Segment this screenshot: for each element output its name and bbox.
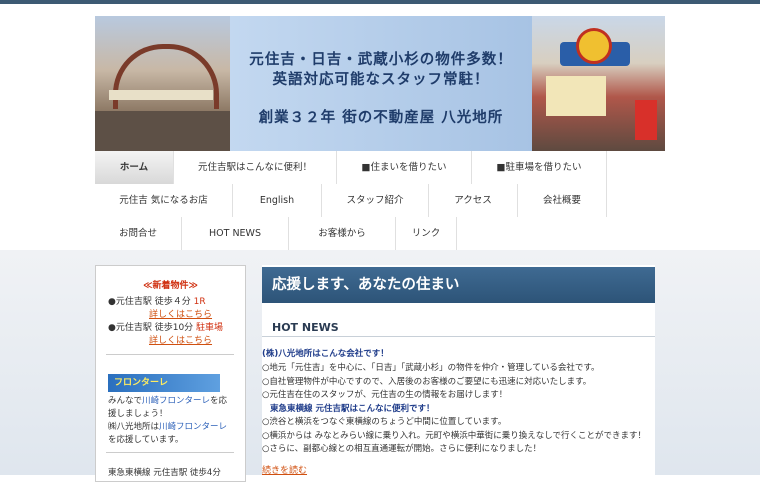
company-line-3: ○元住吉在住のスタッフが、元住吉の生の情報をお届けします！ bbox=[262, 390, 508, 400]
company-line-2: ○自社管理物件が中心ですので、入居後のお客様のご要望にも迅速に対応いたします。 bbox=[262, 377, 592, 387]
header-line-3: 創業３２年 街の不動産屋 八光地所 bbox=[258, 110, 504, 126]
shopping-street-photo-left bbox=[95, 16, 230, 151]
nav-contact[interactable]: お問合せ bbox=[95, 217, 182, 250]
nav-customers[interactable]: お客様から bbox=[289, 217, 396, 250]
section-divider bbox=[262, 336, 655, 337]
station-line-2: ○横浜からは みなとみらい線に乗り入れ。元町や横浜中華街に乗り換えなしで行くこと… bbox=[262, 431, 646, 441]
listing-1-text: ●元住吉駅 徒歩４分 bbox=[108, 297, 191, 307]
top-bar bbox=[0, 0, 760, 4]
shopping-street-photo-right bbox=[532, 16, 665, 151]
header-line-1: 元住吉・日吉・武蔵小杉の物件多数！ bbox=[249, 52, 513, 68]
frontale-banner[interactable]: フロンターレ bbox=[108, 374, 220, 392]
nav-staff[interactable]: スタッフ紹介 bbox=[322, 184, 429, 217]
support-1a: みんなで bbox=[108, 396, 143, 406]
listing-2-tag: 駐車場 bbox=[196, 323, 224, 333]
listing-2: ●元住吉駅 徒歩10分 駐車場 bbox=[108, 320, 223, 333]
company-lead: (株)八光地所はこんな会社です！ bbox=[262, 349, 389, 359]
header-banner: 元住吉・日吉・武蔵小杉の物件多数！ 英語対応可能なスタッフ常駐！ 創業３２年 街… bbox=[95, 16, 665, 151]
station-line-3: ○さらに、副都心線との相互直通運転が開始。さらに便利になりました！ bbox=[262, 444, 542, 454]
station-line-1: ○渋谷と横浜をつなぐ東横線のちょうど中間に位置しています。 bbox=[262, 417, 507, 427]
header-line-2: 英語対応可能なスタッフ常駐！ bbox=[272, 72, 490, 88]
new-listings-title: ≪新着物件≫ bbox=[143, 281, 198, 291]
listing-1: ●元住吉駅 徒歩４分 1R bbox=[108, 294, 206, 307]
sidebar-divider bbox=[106, 354, 234, 355]
nav-row-1: ホーム 元住吉駅はこんなに便利！ ■住まいを借りたい ■駐車場を借りたい bbox=[95, 151, 665, 184]
nav-home[interactable]: ホーム bbox=[95, 151, 174, 184]
sidebar-footer-text: 東急東横線 元住吉駅 徒歩4分 bbox=[108, 468, 221, 478]
nav-station-info[interactable]: 元住吉駅はこんなに便利！ bbox=[174, 151, 337, 184]
support-3a: ㈱八光地所は bbox=[108, 422, 160, 432]
nav-rent-home[interactable]: ■住まいを借りたい bbox=[337, 151, 472, 184]
nav-row-3: お問合せ HOT NEWS お客様から リンク bbox=[95, 217, 665, 250]
main-content: 応援します、あなたの住まい HOT NEWS (株)八光地所はこんな会社です！ … bbox=[262, 265, 655, 476]
support-text-2: 援しましょう！ bbox=[108, 409, 168, 419]
nav-local-shops[interactable]: 元住吉 気になるお店 bbox=[95, 184, 233, 217]
nav-hot-news[interactable]: HOT NEWS bbox=[182, 217, 289, 250]
support-3-link[interactable]: 川崎フロンターレ bbox=[159, 422, 227, 432]
support-text-1: みんなで川崎フロンターレを応 bbox=[108, 394, 227, 406]
sidebar-divider-2 bbox=[106, 452, 234, 453]
listing-1-link[interactable]: 詳しくはこちら bbox=[149, 307, 212, 320]
station-lead: 東急東横線 元住吉駅はこんなに便利です！ bbox=[270, 404, 435, 414]
header-text-block: 元住吉・日吉・武蔵小杉の物件多数！ 英語対応可能なスタッフ常駐！ 創業３２年 街… bbox=[230, 16, 532, 151]
read-more-link[interactable]: 続きを読む bbox=[262, 463, 307, 476]
nav-row-2: 元住吉 気になるお店 English スタッフ紹介 アクセス 会社概要 bbox=[95, 184, 665, 217]
listing-2-link[interactable]: 詳しくはこちら bbox=[149, 333, 212, 346]
sidebar: ≪新着物件≫ ●元住吉駅 徒歩４分 1R 詳しくはこちら ●元住吉駅 徒歩10分… bbox=[95, 265, 246, 482]
nav-english[interactable]: English bbox=[233, 184, 322, 217]
nav-access[interactable]: アクセス bbox=[429, 184, 518, 217]
nav-company[interactable]: 会社概要 bbox=[518, 184, 607, 217]
company-line-1: ○地元「元住吉」を中心に、「日吉」「武蔵小杉」の物件を仲介・管理している会社です… bbox=[262, 363, 600, 373]
support-1-link[interactable]: 川崎フロンターレ bbox=[142, 396, 210, 406]
listing-2-text: ●元住吉駅 徒歩10分 bbox=[108, 323, 194, 333]
main-title: 応援します、あなたの住まい bbox=[262, 267, 655, 303]
support-1c: を応 bbox=[210, 396, 228, 406]
nav-rent-parking[interactable]: ■駐車場を借りたい bbox=[472, 151, 607, 184]
listing-1-tag: 1R bbox=[193, 297, 206, 307]
nav-links[interactable]: リンク bbox=[396, 217, 457, 250]
hot-news-heading: HOT NEWS bbox=[272, 321, 339, 334]
support-text-3: ㈱八光地所は川崎フロンターレ bbox=[108, 420, 227, 432]
support-text-4: を応援しています。 bbox=[108, 435, 184, 445]
